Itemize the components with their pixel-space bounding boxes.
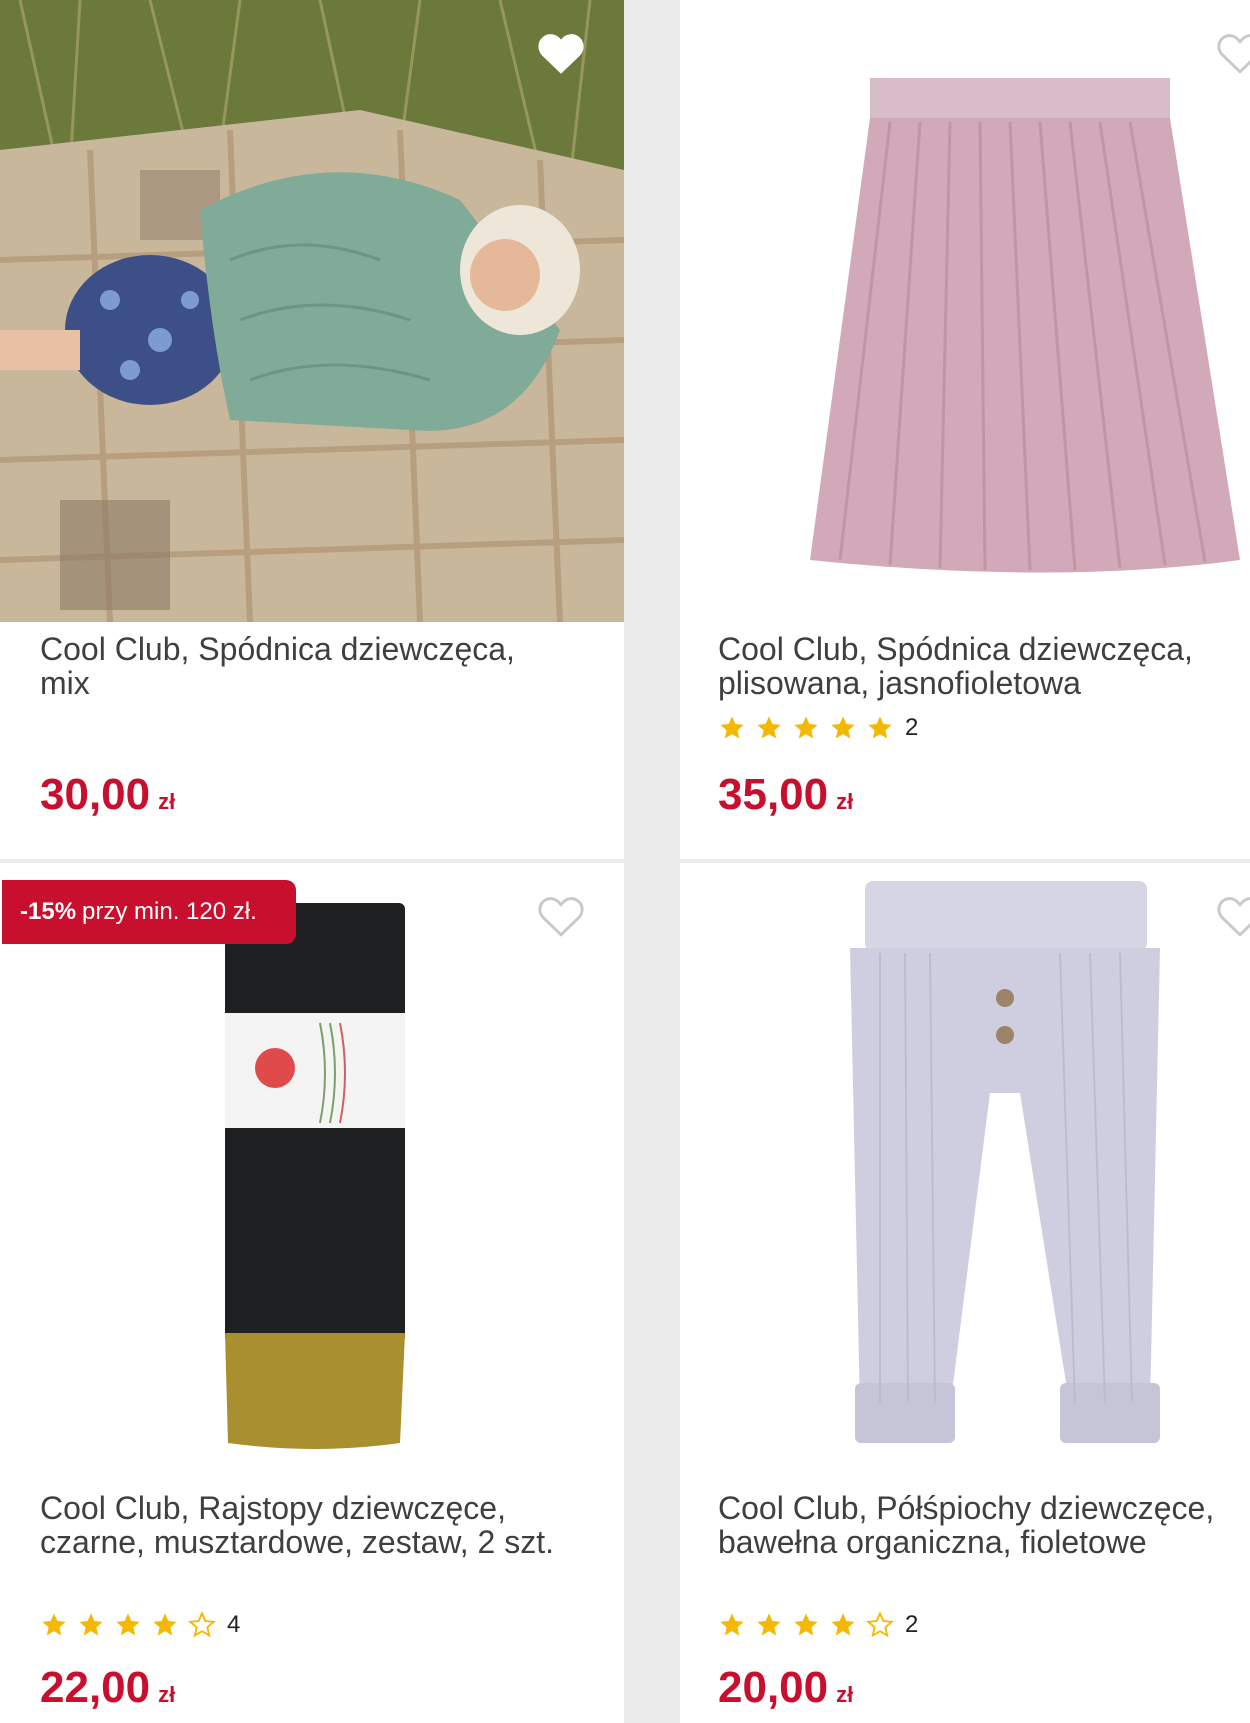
product-card[interactable]: Cool Club, Spódnica dziewczęca, plisowan… xyxy=(680,0,1250,859)
price-currency: zł xyxy=(158,1682,176,1707)
price-value: 35,00 xyxy=(718,770,829,819)
star-filled-icon xyxy=(720,1613,744,1636)
favorite-heart-icon[interactable] xyxy=(536,893,586,939)
product-price: 20,00 zł xyxy=(718,1663,853,1713)
price-value: 20,00 xyxy=(718,1663,829,1712)
product-card[interactable]: -15% przy min. 120 zł. Cool Club, Rajstop… xyxy=(0,863,624,1723)
product-price: 30,00 zł xyxy=(40,770,175,820)
star-empty-icon xyxy=(188,1611,216,1638)
product-price: 35,00 zł xyxy=(718,770,853,820)
star-filled-icon xyxy=(794,716,818,739)
price-currency: zł xyxy=(836,1682,854,1707)
promo-text: przy min. 120 zł. xyxy=(82,898,257,925)
product-title[interactable]: Cool Club, Półśpiochy dziewczęce, bawełn… xyxy=(718,1491,1250,1559)
star-empty-icon xyxy=(866,1611,894,1638)
product-price: 22,00 zł xyxy=(40,1663,175,1713)
price-currency: zł xyxy=(158,789,176,814)
rating-stars: 2 xyxy=(718,1611,918,1639)
price-value: 22,00 xyxy=(40,1663,151,1712)
star-filled-icon xyxy=(153,1613,177,1636)
product-image[interactable] xyxy=(0,863,624,1473)
promo-badge: -15% przy min. 120 zł. xyxy=(2,880,296,944)
product-card[interactable]: Cool Club, Półśpiochy dziewczęce, bawełn… xyxy=(680,863,1250,1723)
product-card[interactable]: Cool Club, Spódnica dziewczęca, mix 30,0… xyxy=(0,0,624,859)
rating-stars: 4 xyxy=(40,1611,240,1639)
favorite-heart-icon[interactable] xyxy=(536,30,586,76)
rating-count: 4 xyxy=(227,1611,241,1638)
favorite-heart-icon[interactable] xyxy=(1215,893,1250,939)
star-filled-icon xyxy=(794,1613,818,1636)
product-image[interactable] xyxy=(680,0,1250,622)
product-title[interactable]: Cool Club, Rajstopy dziewczęce, czarne, … xyxy=(40,1491,560,1559)
product-image[interactable] xyxy=(680,863,1250,1473)
star-filled-icon xyxy=(42,1613,66,1636)
rating-count: 2 xyxy=(905,1611,919,1638)
star-filled-icon xyxy=(79,1613,103,1636)
star-filled-icon xyxy=(868,716,892,739)
rating-stars: 2 xyxy=(718,714,918,742)
product-grid: Cool Club, Spódnica dziewczęca, mix 30,0… xyxy=(0,0,1250,1723)
product-image[interactable] xyxy=(0,0,624,622)
rating-count: 2 xyxy=(905,714,919,741)
star-filled-icon xyxy=(116,1613,140,1636)
star-filled-icon xyxy=(757,1613,781,1636)
star-filled-icon xyxy=(720,716,744,739)
product-title[interactable]: Cool Club, Spódnica dziewczęca, plisowan… xyxy=(718,632,1250,700)
price-currency: zł xyxy=(836,789,854,814)
product-title[interactable]: Cool Club, Spódnica dziewczęca, mix xyxy=(40,632,560,700)
promo-discount: -15% xyxy=(20,898,77,925)
star-filled-icon xyxy=(757,716,781,739)
price-value: 30,00 xyxy=(40,770,151,819)
star-filled-icon xyxy=(831,1613,855,1636)
star-filled-icon xyxy=(831,716,855,739)
favorite-heart-icon[interactable] xyxy=(1215,30,1250,76)
